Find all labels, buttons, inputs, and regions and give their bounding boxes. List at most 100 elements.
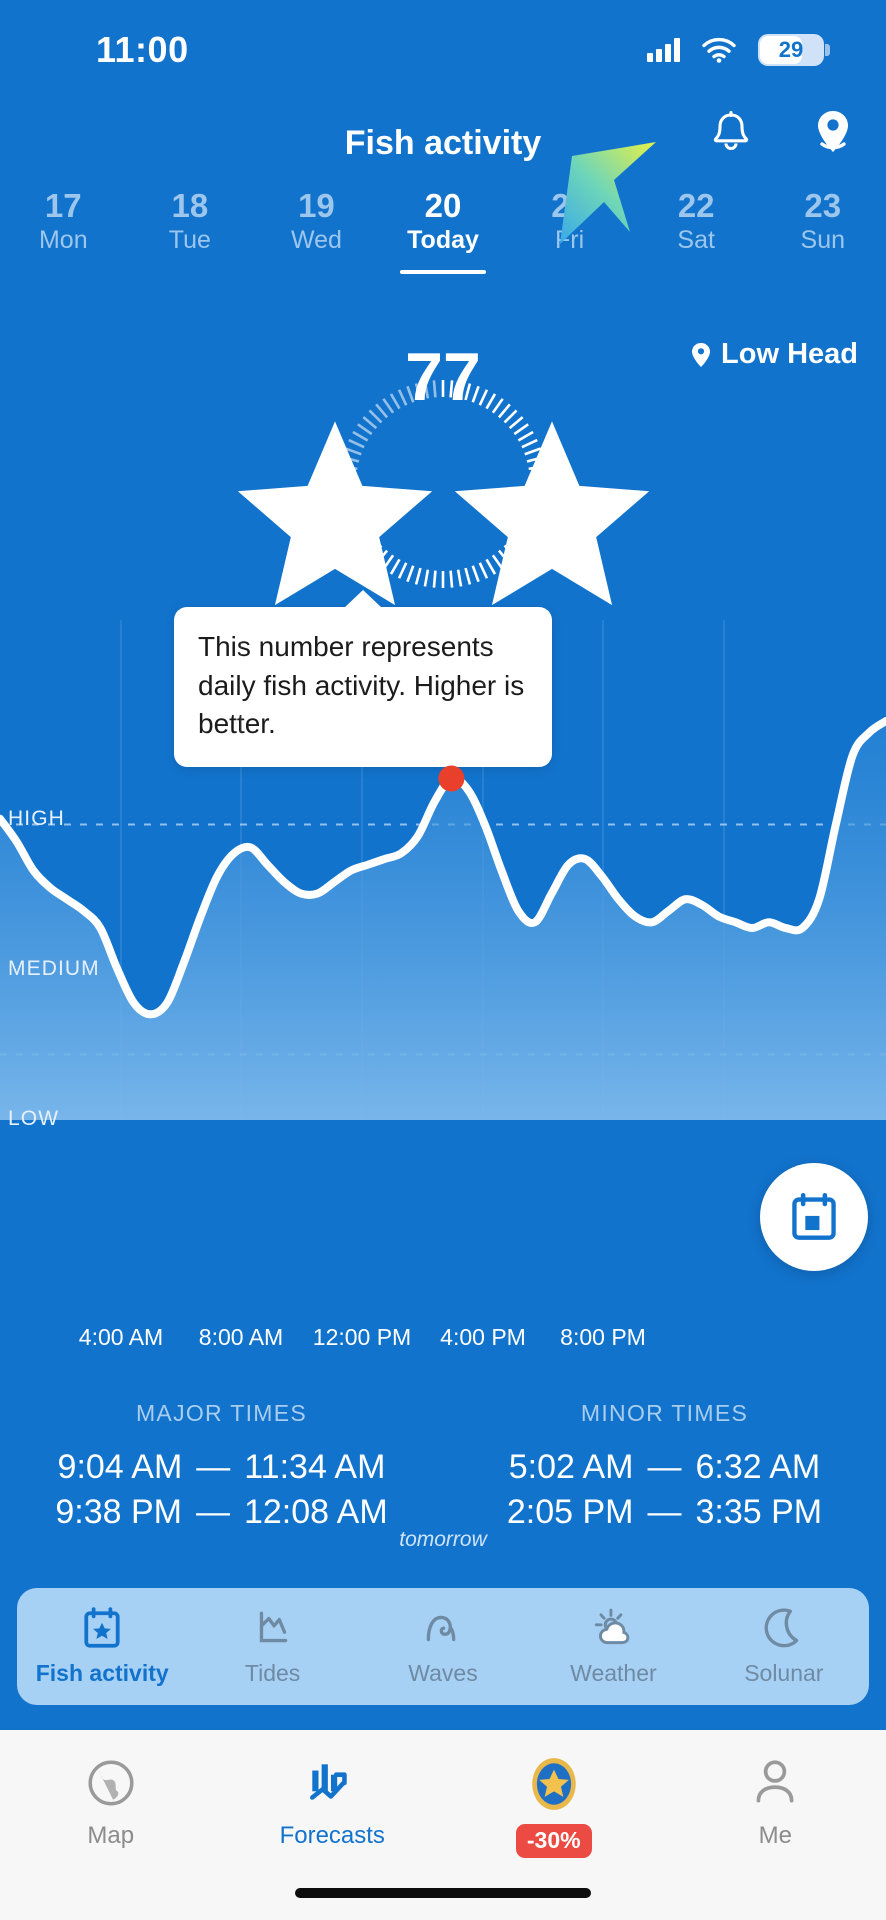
- date-weekday: Today: [407, 225, 479, 254]
- tide-chart-icon: [259, 1611, 287, 1642]
- premium-discount-badge: -30%: [515, 1824, 592, 1858]
- date-day: 23: [804, 186, 842, 224]
- date-day: 22: [677, 186, 715, 224]
- globe-icon: [88, 1760, 134, 1806]
- time-dash: —: [195, 1492, 230, 1531]
- calendar-fab-button[interactable]: [760, 1163, 868, 1271]
- header-actions: [706, 108, 858, 158]
- home-indicator: [295, 1888, 591, 1898]
- status-bar: 11:00 29: [0, 0, 886, 100]
- chart-highlight-point: [438, 765, 465, 792]
- date-item-21[interactable]: 21 Fri: [506, 176, 633, 268]
- major-times-column: MAJOR TIMES 9:04 AM — 11:34 AM 9:38 PM — 12:…: [0, 1400, 443, 1535]
- nav-item-forecasts[interactable]: Forecasts: [222, 1756, 444, 1850]
- location-name: Low Head: [721, 338, 858, 370]
- nav-item-premium[interactable]: -30%: [443, 1756, 665, 1858]
- date-item-18[interactable]: 18 Tue: [127, 176, 254, 268]
- chart-xtick: 8:00 PM: [560, 1323, 646, 1350]
- minor-times-header: MINOR TIMES: [580, 1400, 749, 1426]
- activity-score-value: 77: [405, 339, 481, 415]
- date-weekday: Sun: [800, 225, 845, 254]
- tab-solunar[interactable]: Solunar: [699, 1607, 869, 1687]
- date-day: 19: [298, 186, 335, 224]
- nav-item-map[interactable]: Map: [0, 1756, 222, 1850]
- major-time-start: 9:38 PM: [55, 1492, 182, 1531]
- date-weekday: Fri: [555, 225, 585, 254]
- tab-label: Waves: [408, 1659, 478, 1686]
- chart-xtick: 4:00 PM: [440, 1323, 526, 1350]
- bell-icon[interactable]: [706, 108, 756, 158]
- nav-label: Me: [758, 1822, 792, 1849]
- date-item-22[interactable]: 22 Sat: [633, 176, 760, 268]
- activity-chart[interactable]: [0, 620, 886, 1120]
- date-day: 18: [171, 186, 209, 224]
- chart-x-axis: 4:00 AM 8:00 AM 12:00 PM 4:00 PM 8:00 PM: [0, 1317, 886, 1357]
- activity-score-stars: [229, 417, 658, 629]
- premium-star-icon: [531, 1758, 576, 1810]
- minor-times-column: MINOR TIMES 5:02 AM — 6:32 AM 2:05 PM — 3:35…: [443, 1400, 886, 1535]
- chart-xtick: 4:00 AM: [78, 1323, 164, 1350]
- map-pin-icon: [692, 342, 711, 367]
- page-title: Fish activity: [344, 123, 542, 162]
- tab-label: Weather: [570, 1659, 657, 1686]
- status-bar-time: 11:00: [96, 29, 189, 70]
- major-time-end: 11:34 AM: [244, 1448, 386, 1486]
- minor-time-end: 3:35 PM: [695, 1492, 823, 1531]
- category-tab-bar: Fish activity Tides Waves Weather Soluna…: [17, 1588, 869, 1705]
- time-dash: —: [196, 1448, 231, 1486]
- chart-xtick: 8:00 AM: [198, 1323, 284, 1350]
- tab-label: Fish activity: [35, 1659, 169, 1686]
- bar-chart-arrow-icon: [310, 1764, 347, 1800]
- cellular-signal-icon: [647, 38, 680, 62]
- date-item-20-today[interactable]: 20 Today: [380, 176, 507, 268]
- date-item-19[interactable]: 19 Wed: [253, 176, 380, 268]
- nav-item-me[interactable]: Me: [665, 1756, 886, 1850]
- activity-score-dial: 77: [237, 343, 649, 606]
- minor-time-start: 5:02 AM: [508, 1448, 634, 1486]
- major-times-row: 9:04 AM — 11:34 AM: [58, 1445, 386, 1490]
- tab-waves[interactable]: Waves: [358, 1607, 528, 1687]
- date-day: 20: [424, 186, 462, 224]
- date-day: 17: [44, 186, 82, 224]
- minor-time-start: 2:05 PM: [506, 1492, 634, 1531]
- battery-level: 29: [778, 37, 804, 62]
- moon-icon: [764, 1607, 799, 1647]
- tab-weather[interactable]: Weather: [528, 1607, 698, 1687]
- date-day: 21: [551, 186, 588, 224]
- tab-label: Solunar: [744, 1659, 824, 1686]
- solunar-times: MAJOR TIMES 9:04 AM — 11:34 AM 9:38 PM — 12:…: [0, 1400, 886, 1535]
- minor-times-row: 2:05 PM — 3:35 PM: [507, 1490, 822, 1535]
- date-item-23[interactable]: 23 Sun: [759, 176, 886, 268]
- tab-label: Tides: [244, 1659, 301, 1686]
- dial-center: 77: [237, 343, 649, 606]
- date-item-17[interactable]: 17 Mon: [0, 176, 127, 268]
- location-label[interactable]: Low Head: [691, 338, 858, 371]
- date-weekday: Mon: [38, 225, 88, 254]
- tab-fish-activity[interactable]: Fish activity: [17, 1606, 187, 1687]
- battery-icon: 29: [758, 34, 830, 66]
- chart-ylabel-medium: MEDIUM: [8, 957, 100, 980]
- sun-cloud-icon: [595, 1608, 630, 1644]
- location-pin-icon[interactable]: [808, 108, 858, 158]
- tab-tides[interactable]: Tides: [187, 1607, 357, 1687]
- wifi-icon: [702, 37, 736, 63]
- nav-label: Map: [87, 1822, 135, 1849]
- chart-ylabel-high: HIGH: [8, 807, 65, 830]
- date-weekday: Wed: [290, 225, 342, 254]
- bottom-navigation: Map Forecasts -30% Me: [0, 1730, 886, 1920]
- app-screen: 11:00 29 Fish activity 17 Mon 18 Tue 19 …: [0, 0, 886, 1920]
- major-time-end: 12:08 AM: [243, 1492, 388, 1531]
- date-selector: 17 Mon 18 Tue 19 Wed 20 Today 21 Fri 22 …: [0, 176, 886, 268]
- person-icon: [756, 1760, 794, 1803]
- chart-ylabel-low: LOW: [8, 1107, 60, 1130]
- calendar-star-icon: [84, 1606, 120, 1648]
- star-icon: [237, 421, 432, 606]
- major-time-start: 9:04 AM: [57, 1448, 183, 1486]
- time-dash: —: [647, 1448, 682, 1486]
- status-bar-icons: 29: [647, 34, 830, 66]
- tooltip-arrow: [344, 590, 382, 608]
- date-weekday: Tue: [168, 225, 211, 254]
- nav-label: Forecasts: [279, 1822, 385, 1849]
- date-weekday: Sat: [677, 225, 715, 254]
- time-dash: —: [647, 1492, 682, 1531]
